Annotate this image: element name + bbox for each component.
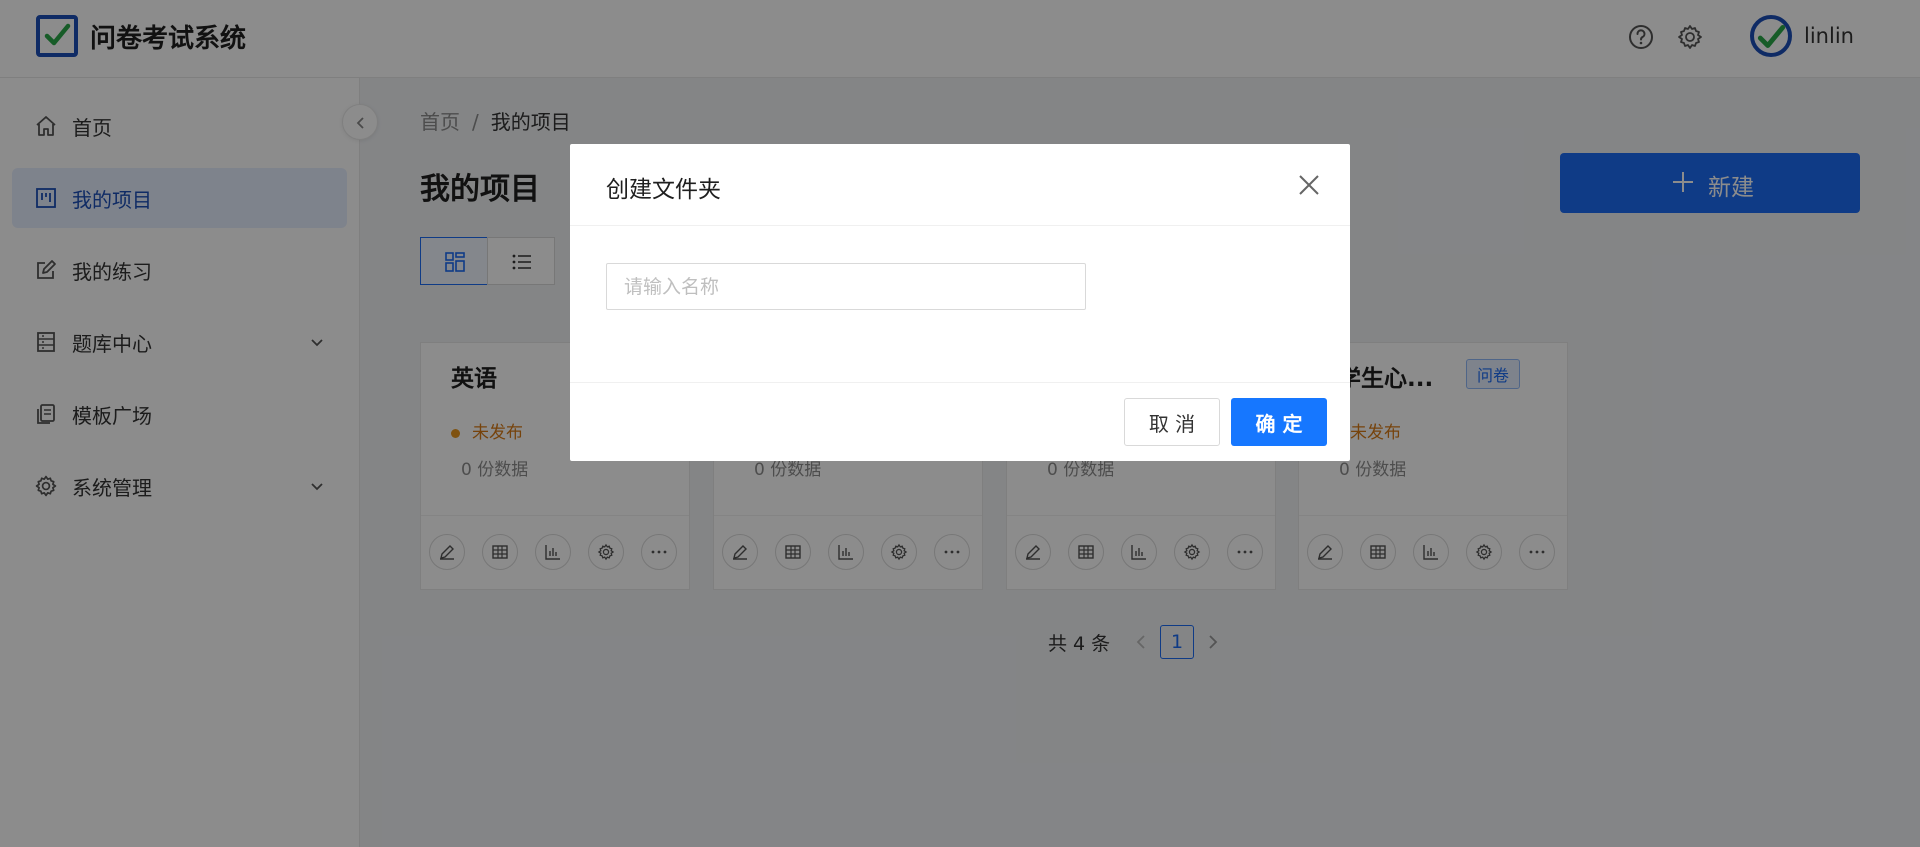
dialog-header: 创建文件夹	[570, 144, 1350, 226]
dialog-title: 创建文件夹	[606, 177, 721, 203]
create-folder-dialog: 创建文件夹 取 消 确 定	[570, 144, 1350, 461]
close-icon[interactable]	[1296, 172, 1322, 198]
dialog-footer: 取 消 确 定	[570, 382, 1350, 461]
cancel-button[interactable]: 取 消	[1124, 398, 1220, 446]
folder-name-input[interactable]	[606, 263, 1086, 310]
confirm-button[interactable]: 确 定	[1231, 398, 1327, 446]
